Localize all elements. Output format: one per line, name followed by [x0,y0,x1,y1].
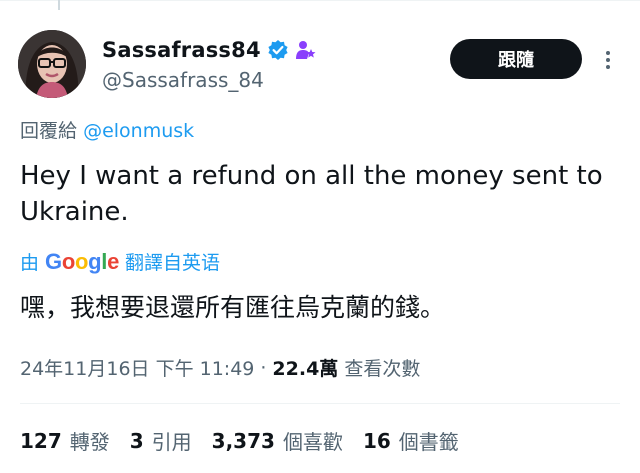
stat-quotes[interactable]: 3 引用 [130,426,192,455]
reply-prefix: 回覆給 [20,120,78,142]
stat-label: 轉發 [69,430,110,454]
tweet-meta: 24年11月16日 下午 11:49 · 22.4萬 查看次數 [20,354,420,381]
tweet-text: Hey I want a refund on all the money sen… [20,161,603,227]
reply-mention-link[interactable]: @elonmusk [83,120,194,142]
translation-prefix: 由 [20,252,40,274]
stat-label: 個書籤 [398,430,459,454]
user-names: Sassafrass84 @Sassafrass_84 [102,36,317,92]
engagement-stats: 127 轉發 3 引用 3,373 個喜歡 16 個書籤 [20,426,479,455]
avatar-image [18,30,86,98]
reply-context: 回覆給 @elonmusk [20,116,194,143]
stat-count: 3,373 [211,428,275,453]
stat-bookmarks[interactable]: 16 個書籤 [363,426,459,455]
display-name[interactable]: Sassafrass84 [102,38,261,62]
translation-suffix[interactable]: 翻譯自英语 [125,248,220,275]
follow-button[interactable]: 跟隨 [450,39,582,79]
stat-count: 3 [129,428,144,453]
thread-line [58,0,60,10]
user-handle[interactable]: @Sassafrass_84 [102,68,317,92]
person-star-icon[interactable] [295,39,317,61]
views-count: 22.4萬 [272,358,339,380]
avatar[interactable] [18,30,86,98]
google-logo: Google [45,248,119,274]
divider [20,403,620,404]
stat-label: 引用 [151,430,192,454]
translated-text: 嘿，我想要退還所有匯往烏克蘭的錢。 [20,293,446,322]
stat-count: 16 [362,428,391,453]
views-label: 查看次數 [344,358,421,380]
top-rule [0,0,640,1]
stat-likes[interactable]: 3,373 個喜歡 [212,426,343,455]
meta-separator: · [260,356,267,379]
stat-retweets[interactable]: 127 轉發 [20,426,110,455]
translation-attribution[interactable]: 由 Google 翻譯自英语 [20,248,220,275]
stat-count: 127 [20,428,62,453]
timestamp[interactable]: 24年11月16日 下午 11:49 [20,354,254,381]
verified-badge-icon[interactable] [267,39,289,61]
more-options-icon[interactable] [600,48,616,72]
stat-label: 個喜歡 [282,430,343,454]
tweet-header: Sassafrass84 @Sassafrass_84 跟隨 [18,30,622,98]
